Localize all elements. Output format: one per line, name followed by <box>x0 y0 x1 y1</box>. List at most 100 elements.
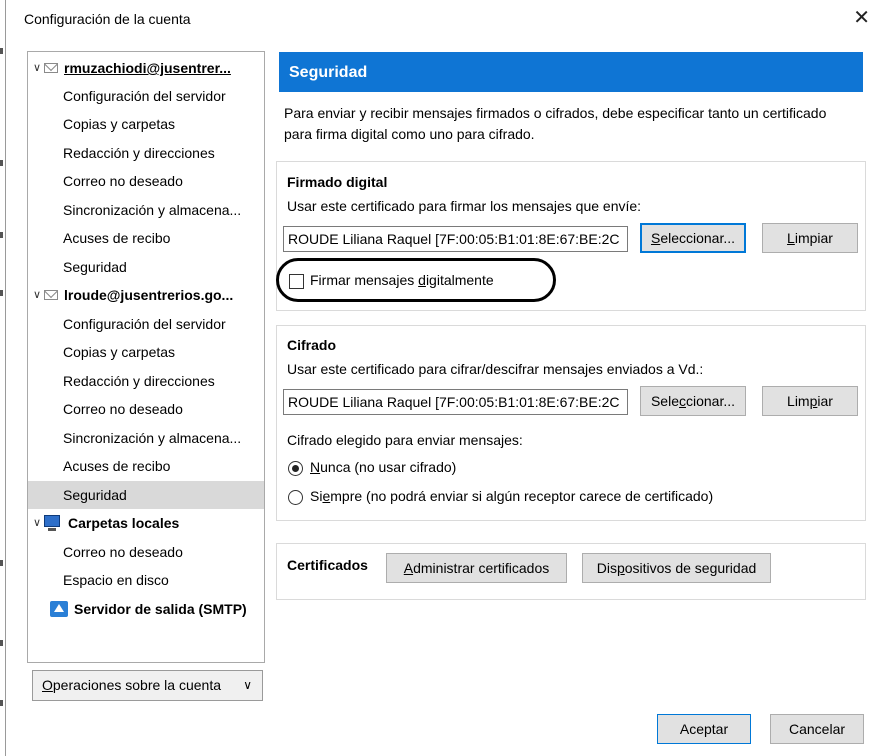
tree-item-receipts[interactable]: Acuses de recibo <box>28 224 264 252</box>
tree-account-label: rmuzachiodi@jusentrer... <box>64 60 231 76</box>
signing-select-button[interactable]: Seleccionar... <box>640 223 746 253</box>
edge-mark <box>0 160 3 166</box>
dialog-title: Configuración de la cuenta <box>24 11 191 27</box>
account-actions-label: peraciones sobre la cuenta <box>52 677 221 693</box>
btn-text: ositivos de seguridad <box>624 560 757 576</box>
tree-item-junk[interactable]: Correo no deseado <box>28 395 264 423</box>
tree-item-label: Acuses de recibo <box>63 230 171 246</box>
btn-text: Lim <box>787 393 810 409</box>
btn-text: eleccionar... <box>660 230 736 246</box>
tree-item-disk-space[interactable]: Espacio en disco <box>28 566 264 594</box>
tree-item-label: Espacio en disco <box>63 572 169 588</box>
security-intro: Para enviar y recibir mensajes firmados … <box>284 105 827 142</box>
edge-mark <box>0 700 3 706</box>
cancel-button[interactable]: Cancelar <box>770 714 864 744</box>
signing-title: Firmado digital <box>287 174 388 190</box>
background-window-edge <box>0 0 6 756</box>
chevron-down-icon[interactable]: ∨ <box>32 281 42 309</box>
tree-item-server-settings[interactable]: Configuración del servidor <box>28 310 264 338</box>
tree-item-label: Sincronización y almacena... <box>63 430 242 446</box>
tree-item-junk[interactable]: Correo no deseado <box>28 538 264 566</box>
btn-accesskey: L <box>787 230 795 246</box>
btn-accesskey: c <box>679 393 686 409</box>
encryption-description: Usar este certificado para cifrar/descif… <box>287 361 704 377</box>
close-icon[interactable]: ✕ <box>853 6 870 30</box>
tree-item-label: Redacción y direcciones <box>63 145 215 161</box>
chevron-down-icon[interactable]: ∨ <box>32 54 42 82</box>
tree-account-lroude[interactable]: ∨ lroude@jusentrerios.go... <box>28 281 264 309</box>
edge-mark <box>0 48 3 54</box>
encryption-certificate-field[interactable]: ROUDE Liliana Raquel [7F:00:05:B1:01:8E:… <box>283 389 628 415</box>
tree-item-sync[interactable]: Sincronización y almacena... <box>28 196 264 224</box>
tree-item-copies-folders[interactable]: Copias y carpetas <box>28 110 264 138</box>
radio-text: unca (no usar cifrado) <box>320 459 457 475</box>
computer-icon <box>44 515 60 531</box>
chk-text: igitalmente <box>425 272 494 288</box>
tree-item-composition[interactable]: Redacción y direcciones <box>28 139 264 167</box>
btn-text: cionar... <box>686 393 736 409</box>
tree-local-label: Carpetas locales <box>68 515 180 531</box>
tree-item-receipts[interactable]: Acuses de recibo <box>28 452 264 480</box>
signing-certificate-field[interactable]: ROUDE Liliana Raquel [7F:00:05:B1:01:8E:… <box>283 226 628 252</box>
account-tree[interactable]: ∨ rmuzachiodi@jusentrer... Configuración… <box>27 51 265 663</box>
btn-text: Dis <box>596 560 617 576</box>
security-devices-button[interactable]: Dispositivos de seguridad <box>582 553 771 583</box>
tree-smtp-label: Servidor de salida (SMTP) <box>74 601 247 617</box>
tree-item-label: Acuses de recibo <box>63 458 171 474</box>
edge-mark <box>0 560 3 566</box>
btn-text: Sele <box>650 393 679 409</box>
radio-text: mpre (no podrá enviar si algún receptor … <box>330 488 714 504</box>
tree-item-label: Redacción y direcciones <box>63 373 215 389</box>
tree-item-label: Correo no deseado <box>63 401 183 417</box>
tree-item-sync[interactable]: Sincronización y almacena... <box>28 424 264 452</box>
tree-item-smtp[interactable]: Servidor de salida (SMTP) <box>28 595 264 623</box>
btn-text: impiar <box>794 230 833 246</box>
tree-item-server-settings[interactable]: Configuración del servidor <box>28 82 264 110</box>
encryption-mode-label: Cifrado elegido para enviar mensajes: <box>287 432 523 448</box>
radio-accesskey: N <box>310 459 321 475</box>
certificates-title: Certificados <box>287 557 368 573</box>
encryption-never-label[interactable]: Nunca (no usar cifrado) <box>310 459 456 475</box>
encryption-title: Cifrado <box>287 337 336 353</box>
encryption-select-button[interactable]: Seleccionar... <box>640 386 746 416</box>
encryption-never-radio[interactable] <box>288 461 303 476</box>
btn-text: iar <box>817 393 833 409</box>
sign-messages-checkbox[interactable] <box>289 274 304 289</box>
section-header: Seguridad <box>279 52 863 92</box>
signing-clear-button[interactable]: Limpiar <box>762 223 858 253</box>
btn-accesskey: S <box>650 230 661 246</box>
tree-item-label: Copias y carpetas <box>63 344 176 360</box>
account-actions-button[interactable]: Operaciones sobre la cuenta ∨ <box>32 670 263 701</box>
encryption-always-radio[interactable] <box>288 490 303 505</box>
tree-item-security[interactable]: Seguridad <box>28 253 264 281</box>
tree-item-label: Correo no deseado <box>63 173 183 189</box>
signing-description: Usar este certificado para firmar los me… <box>287 198 642 214</box>
chevron-down-icon[interactable]: ∨ <box>32 509 42 537</box>
envelope-icon <box>44 63 58 73</box>
manage-certificates-button[interactable]: Administrar certificados <box>386 553 567 583</box>
envelope-icon <box>44 290 58 300</box>
outgoing-server-icon <box>50 601 68 617</box>
tree-item-copies-folders[interactable]: Copias y carpetas <box>28 338 264 366</box>
chevron-down-icon: ∨ <box>243 678 252 692</box>
ok-button[interactable]: Aceptar <box>657 714 751 744</box>
tree-item-junk[interactable]: Correo no deseado <box>28 167 264 195</box>
tree-item-composition[interactable]: Redacción y direcciones <box>28 367 264 395</box>
sign-messages-label[interactable]: Firmar mensajes digitalmente <box>310 272 494 288</box>
tree-account-rmuzachiodi[interactable]: ∨ rmuzachiodi@jusentrer... <box>28 54 264 82</box>
btn-accesskey: p <box>616 560 625 576</box>
tree-item-label: Configuración del servidor <box>63 88 226 104</box>
encryption-always-label[interactable]: Siempre (no podrá enviar si algún recept… <box>310 488 713 504</box>
radio-text: Si <box>310 488 323 504</box>
tree-local-folders[interactable]: ∨ Carpetas locales <box>28 509 264 537</box>
btn-accesskey: A <box>403 560 414 576</box>
tree-item-label: Seguridad <box>63 487 127 503</box>
encryption-clear-button[interactable]: Limpiar <box>762 386 858 416</box>
edge-mark <box>0 232 3 238</box>
account-actions-accesskey: O <box>42 677 53 693</box>
tree-item-security-selected[interactable]: Seguridad <box>28 481 264 509</box>
chk-accesskey: d <box>418 272 426 288</box>
edge-mark <box>0 290 3 296</box>
tree-account-label: lroude@jusentrerios.go... <box>64 287 234 303</box>
tree-item-label: Correo no deseado <box>63 544 183 560</box>
